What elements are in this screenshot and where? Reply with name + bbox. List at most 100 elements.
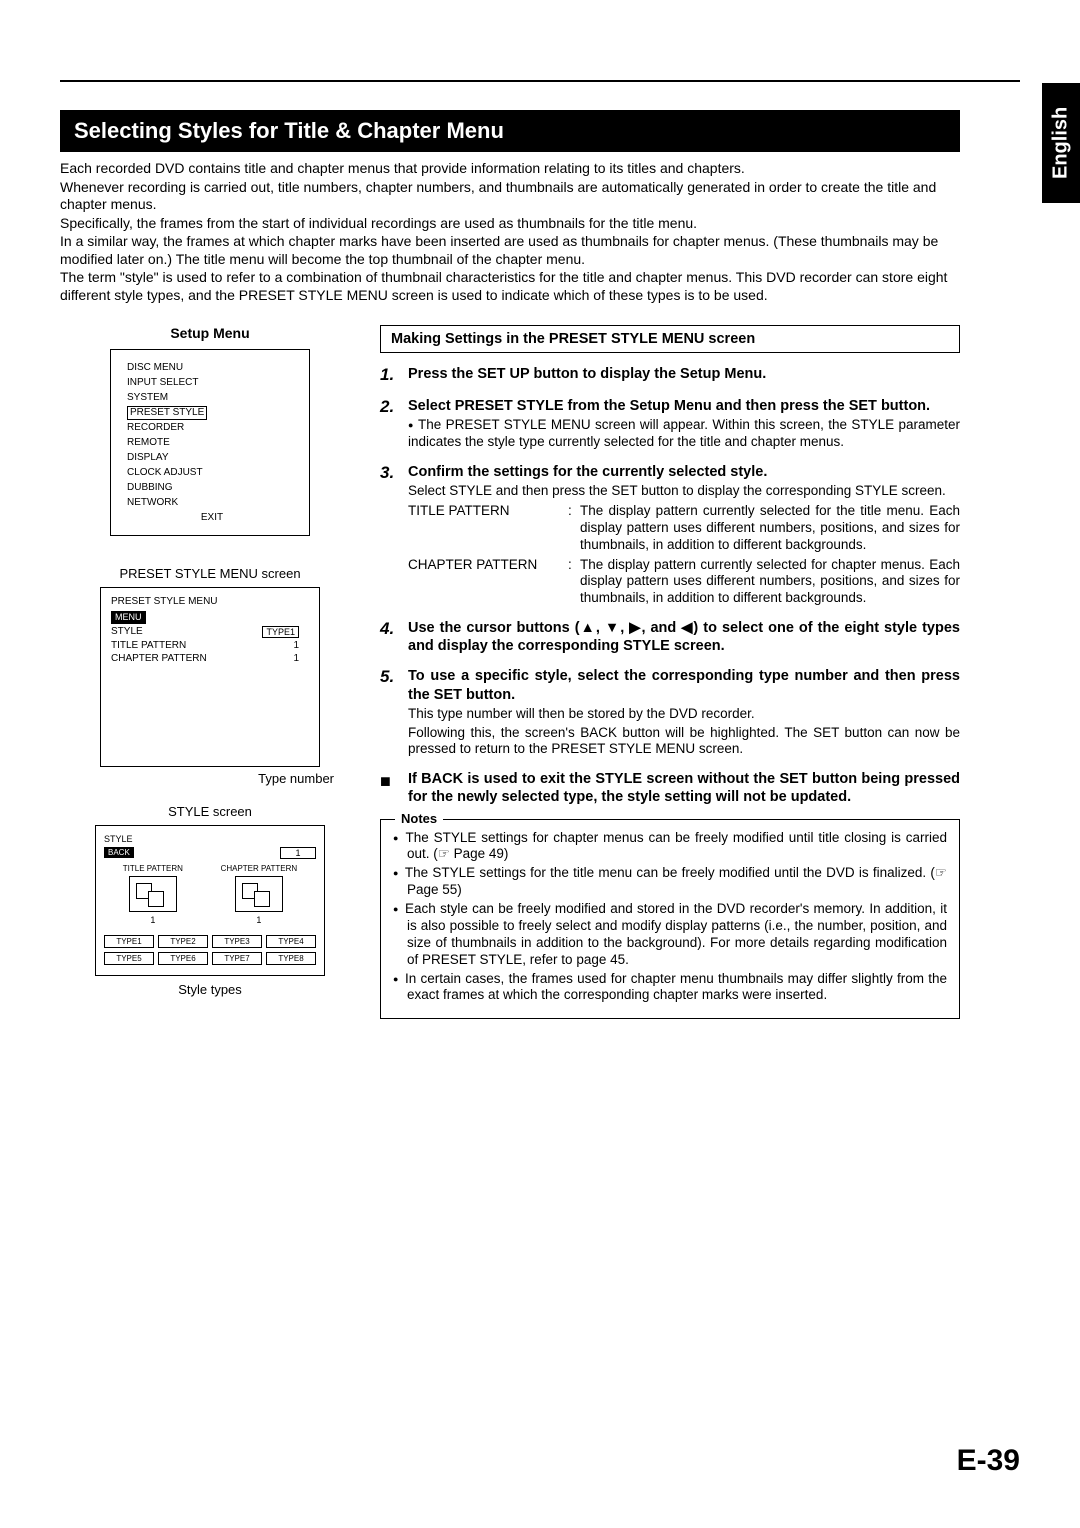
- step-sub: This type number will then be stored by …: [408, 706, 960, 723]
- type-button: TYPE7: [212, 952, 262, 965]
- preset-row-label: CHAPTER PATTERN: [111, 653, 207, 664]
- step-title: Press the SET UP button to display the S…: [408, 365, 960, 383]
- step-1: 1. Press the SET UP button to display th…: [380, 365, 960, 385]
- type-button: TYPE4: [266, 935, 316, 948]
- def-term: TITLE PATTERN: [408, 503, 568, 554]
- step-3: 3. Confirm the settings for the currentl…: [380, 463, 960, 607]
- setup-item: DISC MENU: [125, 360, 299, 375]
- menu-button: MENU: [111, 611, 146, 624]
- page-number: E-39: [957, 1444, 1020, 1478]
- preset-row-label: TITLE PATTERN: [111, 640, 186, 651]
- step-sub: Select STYLE and then press the SET butt…: [408, 483, 960, 500]
- def-row: CHAPTER PATTERN : The display pattern cu…: [408, 557, 960, 608]
- setup-menu-heading: Setup Menu: [60, 325, 360, 341]
- setup-item: REMOTE: [125, 435, 299, 450]
- style-hdr: STYLE: [104, 834, 316, 844]
- type-button: TYPE1: [104, 935, 154, 948]
- colon: :: [568, 557, 580, 608]
- note-item: The STYLE settings for chapter menus can…: [393, 830, 947, 864]
- preset-row-value: TYPE1: [262, 626, 299, 638]
- setup-item-selected: PRESET STYLE: [125, 405, 299, 420]
- type-number-label: Type number: [60, 771, 360, 786]
- step-title: Use the cursor buttons (▲, ▼, ▶, and ◀) …: [408, 619, 960, 655]
- setup-item: DISPLAY: [125, 450, 299, 465]
- square-icon: ■: [380, 770, 408, 806]
- step-sub: Following this, the screen's BACK button…: [408, 725, 960, 759]
- back-note: ■ If BACK is used to exit the STYLE scre…: [380, 770, 960, 806]
- type-grid: TYPE1 TYPE2 TYPE3 TYPE4 TYPE5 TYPE6 TYPE…: [104, 935, 316, 965]
- left-column: Setup Menu DISC MENU INPUT SELECT SYSTEM…: [60, 325, 360, 997]
- step-title: Select PRESET STYLE from the Setup Menu …: [408, 397, 960, 415]
- type-button: TYPE6: [158, 952, 208, 965]
- pattern-label: CHAPTER PATTERN: [221, 864, 298, 873]
- step-num: 5.: [380, 667, 408, 758]
- step-sub: The PRESET STYLE MENU screen will appear…: [408, 417, 960, 451]
- def-row: TITLE PATTERN : The display pattern curr…: [408, 503, 960, 554]
- notes-legend: Notes: [395, 811, 443, 827]
- note-item: Each style can be freely modified and st…: [393, 901, 947, 969]
- preset-row: STYLE TYPE1: [111, 626, 309, 638]
- setup-item: SYSTEM: [125, 390, 299, 405]
- intro-p2: Whenever recording is carried out, title…: [60, 179, 960, 214]
- notes-box: Notes The STYLE settings for chapter men…: [380, 819, 960, 1020]
- preset-row-value: 1: [293, 640, 299, 651]
- setup-item: RECORDER: [125, 420, 299, 435]
- back-note-text: If BACK is used to exit the STYLE screen…: [408, 770, 960, 806]
- language-tab: English: [1042, 83, 1080, 203]
- setup-exit: EXIT: [125, 510, 299, 525]
- preset-row-value: 1: [293, 653, 299, 664]
- title-pattern: TITLE PATTERN 1: [123, 864, 183, 925]
- setup-item: DUBBING: [125, 480, 299, 495]
- right-column: Making Settings in the PRESET STYLE MENU…: [380, 325, 960, 1019]
- type-button: TYPE2: [158, 935, 208, 948]
- preset-row-label: STYLE: [111, 626, 143, 638]
- step-num: 3.: [380, 463, 408, 607]
- thumbnail-icon: [129, 876, 177, 912]
- intro-p1: Each recorded DVD contains title and cha…: [60, 160, 960, 178]
- intro-p4: In a similar way, the frames at which ch…: [60, 233, 960, 268]
- preset-style-menu-box: PRESET STYLE MENU MENU STYLE TYPE1 TITLE…: [100, 587, 320, 767]
- def-desc: The display pattern currently selected f…: [580, 557, 960, 608]
- step-num: 4.: [380, 619, 408, 655]
- preset-caption: PRESET STYLE MENU screen: [60, 566, 360, 581]
- def-desc: The display pattern currently selected f…: [580, 503, 960, 554]
- style-num: 1: [280, 847, 316, 859]
- setup-menu-box: DISC MENU INPUT SELECT SYSTEM PRESET STY…: [110, 349, 310, 536]
- step-4: 4. Use the cursor buttons (▲, ▼, ▶, and …: [380, 619, 960, 655]
- pattern-label: TITLE PATTERN: [123, 864, 183, 873]
- note-item: In certain cases, the frames used for ch…: [393, 971, 947, 1005]
- type-button: TYPE3: [212, 935, 262, 948]
- back-button: BACK: [104, 847, 134, 858]
- section-title: Making Settings in the PRESET STYLE MENU…: [380, 325, 960, 353]
- note-item: The STYLE settings for the title menu ca…: [393, 865, 947, 899]
- preset-row: TITLE PATTERN 1: [111, 640, 309, 651]
- step-title: Confirm the settings for the currently s…: [408, 463, 960, 481]
- setup-item: CLOCK ADJUST: [125, 465, 299, 480]
- colon: :: [568, 503, 580, 554]
- step-num: 2.: [380, 397, 408, 451]
- style-screen-box: STYLE BACK 1 TITLE PATTERN 1 CHAPTER PAT…: [95, 825, 325, 976]
- type-button: TYPE8: [266, 952, 316, 965]
- step-num: 1.: [380, 365, 408, 385]
- intro-p5: The term "style" is used to refer to a c…: [60, 269, 960, 304]
- section-banner: Selecting Styles for Title & Chapter Men…: [60, 110, 960, 152]
- style-screen-caption: STYLE screen: [60, 804, 360, 819]
- thumbnail-icon: [235, 876, 283, 912]
- type-button: TYPE5: [104, 952, 154, 965]
- def-term: CHAPTER PATTERN: [408, 557, 568, 608]
- chapter-pattern: CHAPTER PATTERN 1: [221, 864, 298, 925]
- style-types-label: Style types: [60, 982, 360, 997]
- pattern-value: 1: [221, 915, 298, 925]
- pattern-value: 1: [123, 915, 183, 925]
- preset-title: PRESET STYLE MENU: [111, 596, 309, 607]
- intro-paragraphs: Each recorded DVD contains title and cha…: [60, 160, 960, 305]
- pattern-row: TITLE PATTERN 1 CHAPTER PATTERN 1: [104, 864, 316, 925]
- top-rule: [60, 80, 1020, 82]
- preset-row: CHAPTER PATTERN 1: [111, 653, 309, 664]
- step-title: To use a specific style, select the corr…: [408, 667, 960, 703]
- step-2: 2. Select PRESET STYLE from the Setup Me…: [380, 397, 960, 451]
- setup-item: NETWORK: [125, 495, 299, 510]
- intro-p3: Specifically, the frames from the start …: [60, 215, 960, 233]
- setup-item: INPUT SELECT: [125, 375, 299, 390]
- step-5: 5. To use a specific style, select the c…: [380, 667, 960, 758]
